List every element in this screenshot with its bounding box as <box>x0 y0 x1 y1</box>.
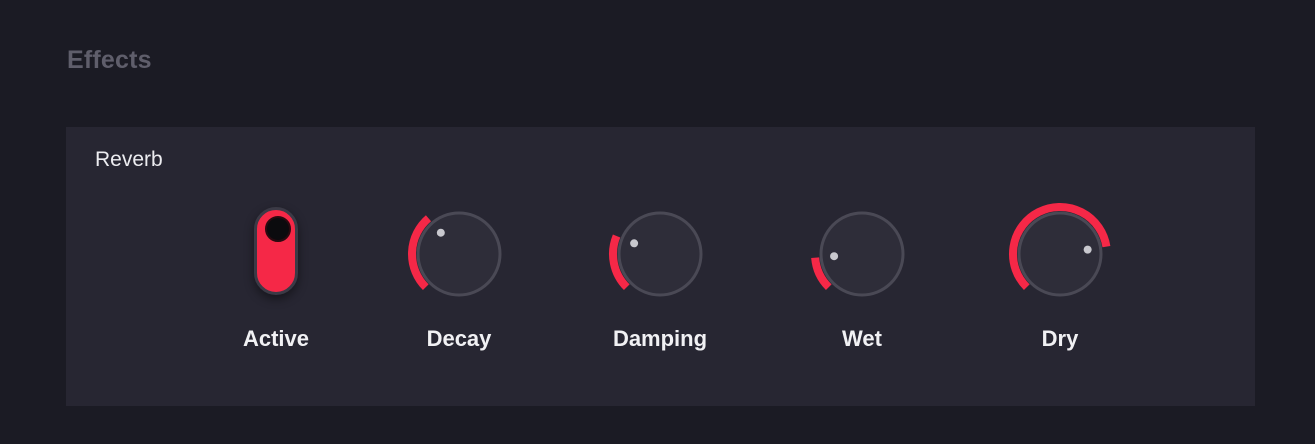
knob-indicator-dot-icon <box>630 239 639 248</box>
wet-control: Wet <box>782 201 942 371</box>
reverb-panel: Reverb Active Decay Damping Wet Dry <box>66 127 1255 406</box>
reverb-panel-title: Reverb <box>95 148 163 171</box>
effects-window: Effects Reverb Active Decay Damping Wet … <box>10 10 1315 444</box>
knob-indicator-dot-icon <box>436 228 445 237</box>
decay-control: Decay <box>379 201 539 371</box>
knob-indicator-dot-icon <box>830 252 839 261</box>
knob-indicator-dot-icon <box>1083 245 1092 254</box>
damping-knob[interactable] <box>607 201 713 307</box>
wet-knob[interactable] <box>809 201 915 307</box>
wet-label: Wet <box>842 326 882 351</box>
damping-control: Damping <box>580 201 740 371</box>
active-label: Active <box>242 326 310 351</box>
damping-label: Damping <box>612 326 708 351</box>
dry-label: Dry <box>1041 326 1079 351</box>
active-control: Active <box>196 201 356 371</box>
decay-label: Decay <box>426 326 492 351</box>
active-toggle[interactable] <box>254 207 298 295</box>
dry-control: Dry <box>980 201 1140 371</box>
decay-knob[interactable] <box>406 201 512 307</box>
toggle-thumb-icon <box>265 216 291 242</box>
dry-knob[interactable] <box>1007 201 1113 307</box>
section-title: Effects <box>67 46 152 74</box>
